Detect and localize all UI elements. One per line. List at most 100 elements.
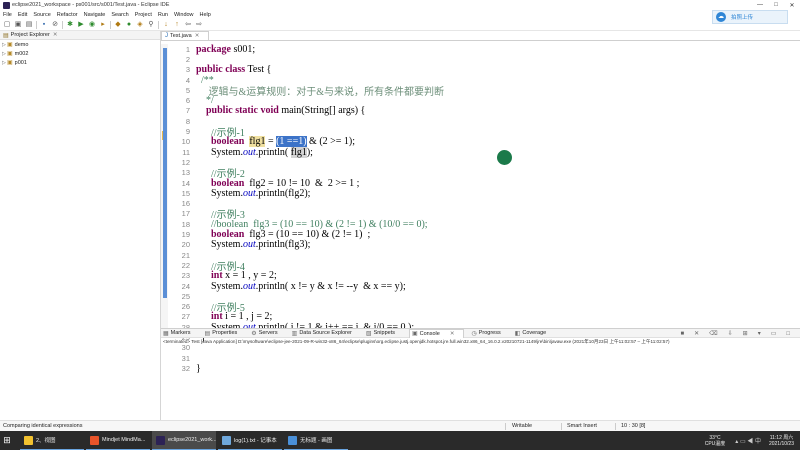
back-icon[interactable]: ⇦ [184,21,192,29]
line-number: 15 [181,188,190,198]
pin-icon[interactable]: ⊞ [743,330,748,337]
maximize-view-icon[interactable]: □ [786,330,790,337]
new-icon[interactable]: ▢ [3,21,11,29]
close-button[interactable]: ✕ [784,0,800,10]
code-line[interactable]: 13 //示例-2 [168,168,788,180]
taskbar-item[interactable]: Mindjet MindMa... [86,431,150,450]
code-line[interactable]: 12 [168,157,788,167]
tab-coverage[interactable]: ◧ Coverage [515,330,554,337]
open-type-icon[interactable]: ◈ [136,21,144,29]
forward-icon[interactable]: ⇨ [195,21,203,29]
menu-project[interactable]: Project [135,12,152,18]
start-icon[interactable]: ⊞ [0,431,14,450]
tree-item-label: m002 [14,50,29,57]
terminal-icon[interactable]: ▪ [40,21,48,29]
tab-snippets[interactable]: ▧ Snippets [366,330,402,337]
code-line[interactable]: 23 int x = 1 , y = 2; [168,270,788,281]
mouse-cursor-indicator [497,150,512,165]
code-line[interactable]: 14 boolean flg2 = 10 != 10 & 2 >= 1 ; [168,178,788,189]
code-line[interactable]: 22 //示例-4 [168,260,788,273]
scroll-lock-icon[interactable]: ⇩ [728,330,733,337]
menu-run[interactable]: Run [158,12,168,18]
skip-breakpoints-icon[interactable]: ⊘ [51,21,59,29]
taskbar-item[interactable]: log(1).txt - 记事本 [218,431,282,450]
code-line[interactable]: 25 [168,291,788,301]
menu-help[interactable]: Help [200,12,211,18]
clock[interactable]: 11:12 周六 2021/10/23 [769,435,794,447]
code-line[interactable]: 27 int i = 1 , j = 2; [168,311,788,322]
close-icon[interactable]: ✕ [53,32,58,38]
clear-console-icon[interactable]: ⌫ [709,330,717,337]
menu-search[interactable]: Search [111,12,128,18]
search-icon[interactable]: ⚲ [147,21,155,29]
tree-item-p001[interactable]: ▷ ▣ p001 [0,58,160,67]
menu-window[interactable]: Window [174,12,194,18]
next-annotation-icon[interactable]: ↓ [162,21,170,29]
code-line[interactable]: 18 //boolean flg3 = (10 == 10) & (2 != 1… [168,219,788,230]
tab-properties[interactable]: ▤ Properties [205,330,245,337]
code-line[interactable]: 16 [168,199,788,209]
taskbar-item[interactable]: 无标题 - 画图 [284,431,348,450]
code-line[interactable]: 7 public static void main(String[] args)… [168,105,788,116]
code-line[interactable]: 15 System.out.println(flg2); [168,188,788,199]
menu-edit[interactable]: Edit [18,12,27,18]
code-line[interactable]: 21 [168,250,788,260]
open-console-icon[interactable]: ▾ [758,330,761,337]
code-line[interactable]: 3 public class Test { [168,64,788,75]
prev-annotation-icon[interactable]: ↑ [173,21,181,29]
menu-refactor[interactable]: Refactor [57,12,78,18]
tab-progress[interactable]: ◷ Progress [471,330,507,337]
taskbar-item[interactable]: eclipse2021_work... [152,431,216,450]
minimize-view-icon[interactable]: ▭ [771,330,777,337]
debug-icon[interactable]: ✱ [66,21,74,29]
line-number: 11 [182,147,190,157]
minimize-button[interactable]: — [752,0,768,10]
code-line[interactable]: 20 System.out.println(flg3); [168,239,788,250]
menu-navigate[interactable]: Navigate [84,12,106,18]
taskbar-item[interactable]: 2、视图 [20,431,84,450]
new-java-project-icon[interactable]: ◆ [114,21,122,29]
save-all-icon[interactable]: ▤ [25,21,33,29]
code-line[interactable]: 1 package s001; [168,44,788,55]
upload-label: 拍照上传 [731,15,754,21]
code-line[interactable]: 9 //示例-1 [168,126,788,139]
temperature-widget[interactable]: 33°C CPU温度 [705,435,726,447]
code-line[interactable]: 26 //示例-5 [168,302,788,314]
remove-launch-icon[interactable]: ✕ [694,330,699,337]
tab-markers[interactable]: ▦ Markers [163,330,198,337]
code-line[interactable]: 19 boolean flg3 = (10 == 10) & (2 != 1) … [168,229,788,240]
run-icon[interactable]: ▶ [77,21,85,29]
maximize-button[interactable]: □ [768,0,784,10]
tray-icons[interactable]: ▴ ▭ ◀ 中 [735,436,761,445]
menu-file[interactable]: File [3,12,12,18]
project-explorer-header[interactable]: ▤ Project Explorer ✕ [0,31,160,40]
terminate-icon[interactable]: ■ [680,330,684,337]
code-editor[interactable]: 1 package s001; 2 3 public class Test {4 /**… [161,40,800,374]
code-line[interactable]: 5 逻辑与&运算规则：对于&与来说，所有条件都要判断 [168,85,788,98]
code-line[interactable]: 2 [168,54,788,64]
editor-tab-test-java[interactable]: J Test.java ✕ [161,31,209,40]
tree-item-demo[interactable]: ▷ ▣ demo [0,40,160,49]
tab-console[interactable]: ▣ Console ✕ [408,328,465,338]
code-token: System. [196,280,243,292]
close-icon[interactable]: ✕ [450,331,455,337]
status-insert-mode[interactable]: Smart Insert [567,423,597,429]
external-tools-icon[interactable]: ▸ [99,21,107,29]
close-tab-icon[interactable]: ✕ [195,33,200,39]
tree-item-m002[interactable]: ▷ ▣ m002 [0,49,160,58]
tab-data-source-explorer[interactable]: ▥ Data Source Explorer [292,330,359,337]
upload-button[interactable]: ☁ 拍照上传 [712,10,788,24]
code-line[interactable]: 24 System.out.println( x != y & x != --y… [168,280,788,292]
coverage-icon[interactable]: ◉ [88,21,96,29]
code-line[interactable]: 8 [168,116,788,126]
code-line[interactable]: 6 */ [168,95,788,106]
code-line[interactable]: 11 System.out.println( flg1); [168,146,788,158]
tree-item-label: demo [14,41,29,48]
new-class-icon[interactable]: ● [125,21,133,29]
save-icon[interactable]: ▣ [14,21,22,29]
menu-source[interactable]: Source [33,12,50,18]
code-line[interactable]: 17 //示例-3 [168,209,788,221]
left-ruler [161,44,168,329]
code-line[interactable]: 10 boolean flg1 = (1 ==1) & (2 >= 1); [168,136,788,148]
tab-servers[interactable]: ⚙ Servers [251,330,284,337]
